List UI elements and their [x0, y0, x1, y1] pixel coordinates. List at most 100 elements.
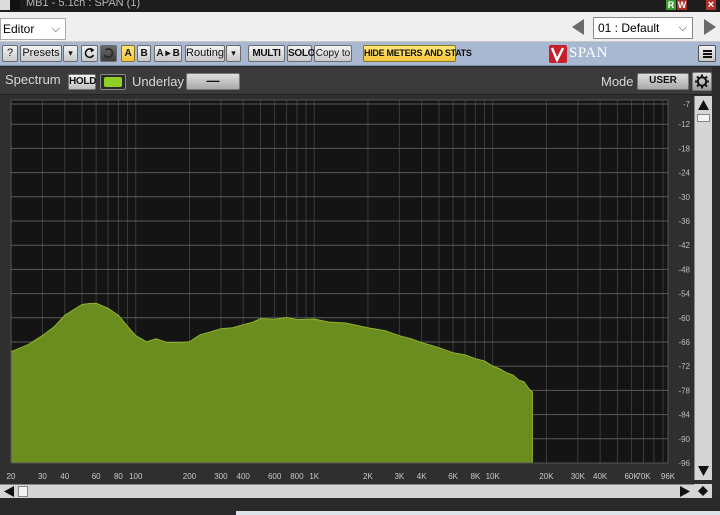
next-preset-icon[interactable]: [700, 17, 718, 37]
plugin-toolbar: ? Presets ▾ A B A ▸ B Routing ▾ MULTI SO…: [0, 42, 720, 66]
multi-button[interactable]: MULTI: [248, 45, 285, 62]
routing-button[interactable]: Routing: [185, 45, 225, 62]
scroll-right-icon[interactable]: [678, 485, 692, 498]
span-logo: SPAN: [549, 44, 619, 64]
hold-button[interactable]: HOLD: [68, 74, 96, 90]
editor-dropdown-value: Editor: [3, 22, 35, 36]
chevron-down-icon: ⌵: [678, 22, 687, 34]
presets-menu-button[interactable]: ▾: [63, 45, 78, 62]
x-tick-label: 4K: [417, 472, 427, 481]
y-tick-label: -60: [678, 314, 690, 323]
x-tick-label: 40K: [593, 472, 608, 481]
hamburger-icon: [703, 50, 712, 52]
window-icon: [0, 0, 20, 10]
hide-meters-button[interactable]: HIDE METERS AND STATS: [363, 45, 472, 62]
x-tick-label: 30K: [571, 472, 586, 481]
undo-icon: [84, 47, 95, 59]
mode-label: Mode: [601, 74, 634, 89]
chevron-down-icon: ⌵: [51, 23, 60, 35]
editor-row: Editor ⌵ 01 : Default ⌵: [0, 12, 720, 42]
window-edge: [712, 67, 720, 498]
scroll-down-icon[interactable]: [696, 464, 711, 478]
title-bar: MB1 - 5.1ch : SPAN (1) R W ×: [0, 0, 720, 12]
spectrum-chart[interactable]: -7 -12 -18 -24 -30 -36 -42 -48 -54 -60 -66 -72 -78 -8…: [0, 95, 694, 484]
undo-button[interactable]: [81, 45, 98, 62]
x-tick-label: 30: [38, 472, 47, 481]
menu-button[interactable]: [698, 45, 716, 62]
copy-a-to-b-button[interactable]: A ▸ B: [154, 45, 182, 62]
write-automation-button[interactable]: W: [677, 0, 687, 10]
presets-button[interactable]: Presets: [20, 45, 62, 62]
horizontal-scroll-thumb[interactable]: [18, 486, 28, 497]
close-button[interactable]: ×: [706, 0, 716, 11]
x-tick-label: 80: [114, 472, 123, 481]
span-plugin-window: MB1 - 5.1ch : SPAN (1) R W × Editor ⌵ 01…: [0, 0, 720, 515]
y-tick-label: -72: [678, 362, 690, 371]
x-tick-label: 20K: [539, 472, 554, 481]
zoom-reset-icon[interactable]: [694, 484, 712, 498]
copy-to-button[interactable]: Copy to: [314, 45, 352, 62]
spectrum-header: Spectrum HOLD Underlay — Mode USER: [0, 67, 720, 95]
x-tick-label: 8K: [470, 472, 480, 481]
gear-icon: [695, 74, 709, 89]
solo-button[interactable]: SOLO: [287, 45, 315, 62]
read-automation-button[interactable]: R: [666, 0, 676, 10]
state-a-button[interactable]: A: [121, 45, 135, 62]
routing-menu-button[interactable]: ▾: [226, 45, 241, 62]
led-indicator: [104, 77, 122, 87]
x-tick-label: 10K: [486, 472, 501, 481]
x-tick-label: 70K: [636, 472, 651, 481]
y-tick-label: -66: [678, 338, 690, 347]
vertical-scroll-thumb[interactable]: [697, 114, 710, 122]
x-tick-label: 40: [60, 472, 69, 481]
preset-dropdown[interactable]: 01 : Default ⌵: [593, 17, 693, 39]
y-tick-label: -42: [678, 241, 690, 250]
x-tick-label: 100: [129, 472, 143, 481]
x-tick-label: 96K: [661, 472, 676, 481]
redo-button[interactable]: [100, 45, 117, 62]
logo-text: SPAN: [569, 45, 608, 61]
editor-dropdown[interactable]: Editor ⌵: [0, 18, 66, 40]
y-tick-label: -78: [678, 386, 690, 395]
x-tick-label: 600: [268, 472, 282, 481]
help-button[interactable]: ?: [2, 45, 18, 62]
spectrum-enable-toggle[interactable]: [100, 74, 126, 90]
scroll-corner[interactable]: [694, 484, 712, 498]
underlay-selector[interactable]: —: [186, 73, 240, 90]
y-tick-label: -24: [678, 169, 690, 178]
spectrum-label: Spectrum: [5, 72, 61, 87]
previous-preset-icon[interactable]: [570, 17, 588, 37]
y-tick-label: -54: [678, 290, 690, 299]
settings-button[interactable]: [692, 72, 712, 91]
y-tick-label: -96: [678, 459, 690, 468]
x-tick-label: 1K: [309, 472, 319, 481]
x-tick-label: 300: [214, 472, 228, 481]
window-title: MB1 - 5.1ch : SPAN (1): [26, 0, 141, 9]
underlay-label: Underlay: [132, 74, 185, 89]
redo-icon: [103, 48, 114, 59]
x-tick-label: 6K: [448, 472, 458, 481]
y-tick-label: -18: [678, 144, 690, 153]
state-b-button[interactable]: B: [137, 45, 151, 62]
y-tick-label: -90: [678, 435, 690, 444]
y-tick-label: -7: [683, 100, 691, 109]
scroll-up-icon[interactable]: [696, 98, 711, 112]
x-tick-label: 60: [92, 472, 101, 481]
x-tick-label: 800: [290, 472, 304, 481]
x-tick-label: 20: [7, 472, 16, 481]
x-tick-label: 3K: [394, 472, 404, 481]
x-tick-label: 400: [237, 472, 251, 481]
vertical-scrollbar[interactable]: [694, 96, 712, 480]
bottom-strip: [0, 498, 720, 515]
voxengo-logo-icon: [549, 45, 567, 63]
preset-dropdown-value: 01 : Default: [598, 21, 660, 35]
spectrum-display[interactable]: -7 -12 -18 -24 -30 -36 -42 -48 -54 -60 -66 -72 -78 -8…: [0, 95, 720, 515]
y-tick-label: -30: [678, 193, 690, 202]
mode-selector[interactable]: USER: [637, 73, 689, 90]
y-tick-label: -84: [678, 411, 690, 420]
horizontal-scrollbar[interactable]: [0, 484, 694, 498]
x-tick-label: 200: [183, 472, 197, 481]
y-tick-label: -12: [678, 120, 690, 129]
scroll-left-icon[interactable]: [2, 485, 16, 498]
x-tick-label: 2K: [363, 472, 373, 481]
